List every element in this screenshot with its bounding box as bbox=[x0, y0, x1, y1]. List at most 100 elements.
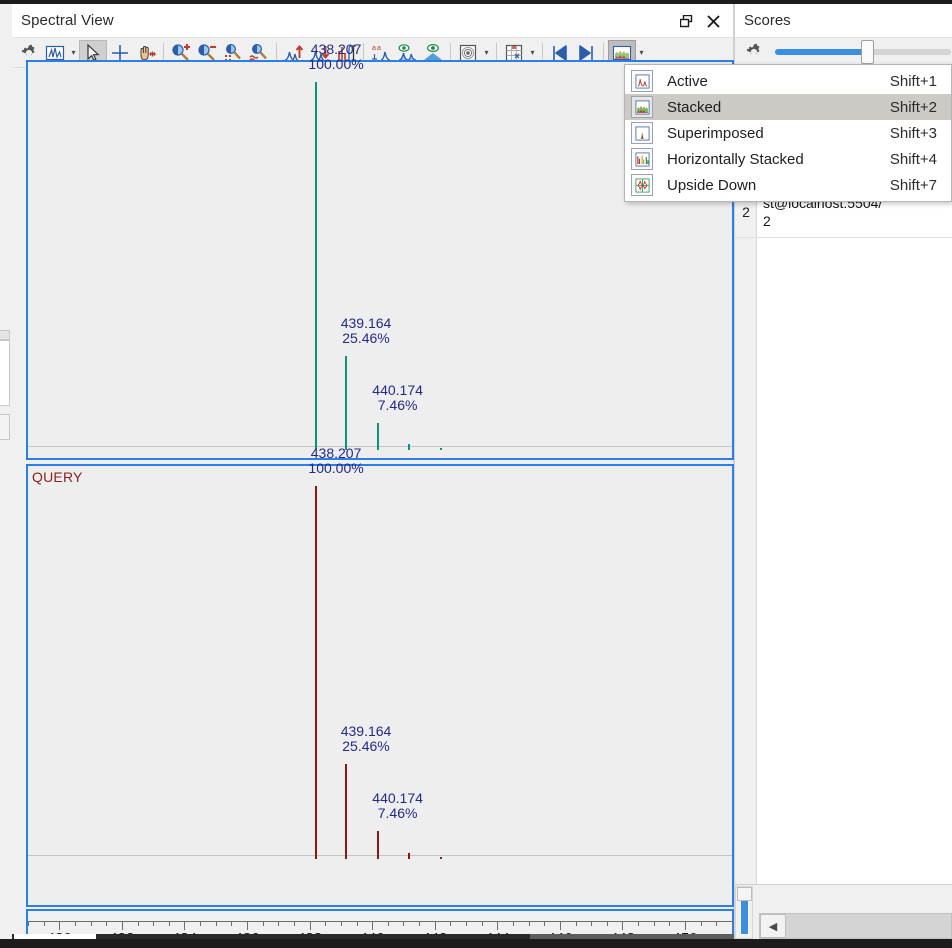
layout-upsidedown-icon bbox=[631, 174, 653, 196]
spectrum-peak[interactable] bbox=[315, 82, 318, 450]
axis-tick-major bbox=[434, 921, 436, 930]
left-panel-handle-1[interactable] bbox=[0, 330, 10, 340]
spectrum-peak[interactable] bbox=[345, 764, 348, 859]
menu-item-upside-down[interactable]: Upside Down Shift+7 bbox=[625, 172, 951, 198]
peak-label-line: 439.164 bbox=[340, 315, 392, 332]
menu-item-shortcut: Shift+4 bbox=[889, 150, 937, 168]
horizontal-scrollbar[interactable]: ◀ bbox=[759, 913, 952, 939]
axis-tick-minor bbox=[325, 921, 327, 926]
spectrum-peak[interactable] bbox=[315, 486, 318, 859]
axis-tick-minor bbox=[200, 921, 202, 926]
query-spectrum-panel[interactable]: QUERY 438.207 100.00% 439.164 25.46% 440.174… bbox=[26, 446, 734, 907]
axis-tick-minor bbox=[481, 921, 483, 926]
menu-item-label: Superimposed bbox=[667, 124, 764, 142]
axis-tick-minor bbox=[231, 921, 233, 926]
peak-label: 439.164 25.46% bbox=[341, 724, 392, 754]
menu-item-shortcut: Shift+2 bbox=[889, 98, 937, 116]
svg-text:a: a bbox=[377, 45, 381, 52]
axis-tick-minor bbox=[215, 921, 217, 926]
axis-tick-minor bbox=[732, 921, 733, 926]
scores-panel-title: Scores bbox=[744, 12, 791, 29]
peak-label-line: 439.164 bbox=[340, 723, 392, 740]
menu-item-label: Stacked bbox=[667, 98, 722, 116]
scroll-left-arrow-icon[interactable]: ◀ bbox=[760, 914, 786, 938]
axis-tick-minor bbox=[591, 921, 593, 926]
layout-horizontal-icon bbox=[631, 148, 653, 170]
axis-tick-minor bbox=[419, 921, 421, 926]
svg-text:a: a bbox=[372, 45, 376, 52]
axis-tick-major bbox=[184, 921, 186, 930]
axis-tick-minor bbox=[512, 921, 514, 926]
menu-item-shortcut: Shift+3 bbox=[889, 124, 937, 142]
query-panel-label: QUERY bbox=[32, 469, 83, 485]
peak-label-line: 100.00% bbox=[308, 460, 364, 476]
peak-label: 438.207 100.00% bbox=[308, 42, 363, 72]
spectral-view-title: Spectral View bbox=[21, 12, 114, 29]
app-root: Spectral View aa mndb://Test@localhost:5… bbox=[0, 0, 952, 948]
spectrum-peak[interactable] bbox=[408, 853, 411, 859]
spectrum-peak[interactable] bbox=[408, 444, 411, 450]
peak-label-line: 440.174 bbox=[372, 381, 423, 398]
axis-tick-minor bbox=[716, 921, 718, 926]
spectrum-peak[interactable] bbox=[345, 356, 348, 450]
axis-tick-major bbox=[59, 921, 61, 930]
close-window-icon[interactable] bbox=[702, 11, 724, 31]
axis-tick-major bbox=[372, 921, 374, 930]
vertical-scrollbar-cap[interactable] bbox=[737, 887, 752, 901]
scores-threshold-slider[interactable] bbox=[775, 39, 951, 64]
peak-label: 439.164 25.46% bbox=[341, 316, 392, 346]
query-baseline bbox=[28, 855, 732, 856]
axis-tick-minor bbox=[466, 921, 468, 926]
peak-label-line: 438.207 bbox=[310, 41, 362, 57]
axis-tick-minor bbox=[700, 921, 702, 926]
axis-tick-minor bbox=[544, 921, 546, 926]
spectrum-peak[interactable] bbox=[376, 422, 379, 450]
axis-tick-minor bbox=[638, 921, 640, 926]
axis-tick-minor bbox=[90, 921, 92, 926]
axis-tick-minor bbox=[528, 921, 530, 926]
axis-tick-major bbox=[559, 921, 561, 930]
menu-item-stacked[interactable]: Stacked Shift+2 bbox=[625, 94, 951, 120]
axis-tick-major bbox=[622, 921, 624, 930]
spectral-view-title-bar: Spectral View bbox=[12, 4, 733, 38]
row-number: 2 bbox=[742, 204, 750, 220]
axis-tick-minor bbox=[293, 921, 295, 926]
menu-item-label: Upside Down bbox=[667, 176, 757, 194]
window-frame-bottom bbox=[0, 939, 952, 948]
peak-label-line: 25.46% bbox=[342, 330, 390, 347]
vertical-scrollbar[interactable] bbox=[735, 886, 753, 939]
gear-icon[interactable] bbox=[741, 39, 767, 65]
left-docked-strip bbox=[0, 4, 12, 939]
menu-item-label: Horizontally Stacked bbox=[667, 150, 804, 168]
axis-tick-major bbox=[497, 921, 499, 930]
axis-tick-minor bbox=[106, 921, 108, 926]
spectrum-peak[interactable] bbox=[376, 831, 379, 859]
peak-label-line: 7.46% bbox=[377, 805, 418, 822]
layout-active-icon bbox=[631, 70, 653, 92]
vertical-scrollbar-thumb[interactable] bbox=[740, 895, 749, 935]
axis-tick-minor bbox=[153, 921, 155, 926]
menu-item-horizontally-stacked[interactable]: Horizontally Stacked Shift+4 bbox=[625, 146, 951, 172]
menu-item-label: Active bbox=[667, 72, 708, 90]
peak-label-line: 7.46% bbox=[377, 396, 418, 413]
slider-thumb[interactable] bbox=[860, 39, 874, 64]
axis-tick-minor bbox=[74, 921, 76, 926]
menu-item-active[interactable]: Active Shift+1 bbox=[625, 68, 951, 94]
spectrum-peak[interactable] bbox=[439, 857, 442, 859]
axis-tick-minor bbox=[356, 921, 358, 926]
axis-tick-major bbox=[121, 921, 123, 930]
left-panel-handle-2[interactable] bbox=[0, 340, 10, 406]
left-panel-handle-3[interactable] bbox=[0, 414, 10, 440]
axis-tick-minor bbox=[403, 921, 405, 926]
slider-fill bbox=[775, 48, 867, 55]
axis-tick-major bbox=[247, 921, 249, 930]
axis-tick-minor bbox=[653, 921, 655, 926]
axis-tick-minor bbox=[137, 921, 139, 926]
menu-item-superimposed[interactable]: Superimposed Shift+3 bbox=[625, 120, 951, 146]
axis-tick-major bbox=[685, 921, 687, 930]
restore-window-icon[interactable] bbox=[675, 11, 697, 31]
spectrum-peak[interactable] bbox=[439, 448, 442, 450]
peak-label: 440.174 7.46% bbox=[372, 381, 423, 413]
peak-label-line: 440.174 bbox=[372, 790, 423, 807]
menu-item-shortcut: Shift+7 bbox=[889, 176, 937, 194]
